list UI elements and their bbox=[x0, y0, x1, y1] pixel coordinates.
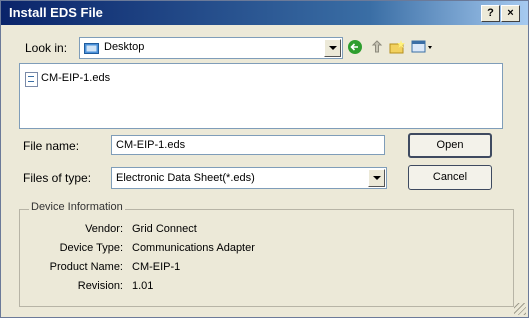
files-of-type-value: Electronic Data Sheet(*.eds) bbox=[116, 172, 255, 184]
view-menu-icon[interactable] bbox=[411, 39, 433, 55]
up-folder-icon[interactable] bbox=[369, 39, 385, 55]
product-name-value: CM-EIP-1 bbox=[132, 261, 181, 273]
install-eds-dialog: Install EDS File ? × Look in: Desktop CM… bbox=[0, 0, 529, 318]
new-folder-icon[interactable] bbox=[389, 39, 405, 55]
device-information-title: Device Information bbox=[29, 201, 125, 213]
device-type-label: Device Type: bbox=[59, 242, 123, 254]
file-list[interactable]: CM-EIP-1.eds bbox=[19, 63, 503, 129]
revision-value: 1.01 bbox=[132, 280, 154, 292]
file-item-name: CM-EIP-1.eds bbox=[41, 72, 111, 84]
help-button[interactable]: ? bbox=[481, 5, 500, 22]
file-name-input[interactable]: CM-EIP-1.eds bbox=[111, 135, 385, 155]
revision-label: Revision: bbox=[77, 280, 123, 292]
device-type-value: Communications Adapter bbox=[132, 242, 255, 254]
cancel-button[interactable]: Cancel bbox=[408, 165, 492, 190]
back-icon[interactable] bbox=[347, 39, 363, 55]
files-of-type-label: Files of type: bbox=[23, 171, 92, 185]
look-in-combo[interactable]: Desktop bbox=[79, 37, 343, 59]
file-name-value: CM-EIP-1.eds bbox=[116, 139, 186, 151]
window-title: Install EDS File bbox=[9, 5, 103, 20]
files-of-type-combo[interactable]: Electronic Data Sheet(*.eds) bbox=[111, 167, 387, 189]
look-in-label: Look in: bbox=[25, 41, 68, 55]
title-bar[interactable]: Install EDS File ? × bbox=[1, 1, 528, 25]
look-in-dropdown-arrow[interactable] bbox=[324, 39, 341, 57]
file-name-label: File name: bbox=[23, 139, 80, 153]
files-of-type-dropdown-arrow[interactable] bbox=[368, 169, 385, 187]
look-in-value: Desktop bbox=[104, 41, 145, 53]
product-name-label: Product Name: bbox=[49, 261, 123, 273]
open-button[interactable]: Open bbox=[408, 133, 492, 158]
close-button[interactable]: × bbox=[501, 5, 520, 22]
folder-icon bbox=[84, 41, 99, 54]
resize-grip[interactable] bbox=[514, 303, 526, 315]
eds-file-icon bbox=[25, 72, 38, 87]
vendor-value: Grid Connect bbox=[132, 223, 197, 235]
vendor-label: Vendor: bbox=[85, 223, 123, 235]
